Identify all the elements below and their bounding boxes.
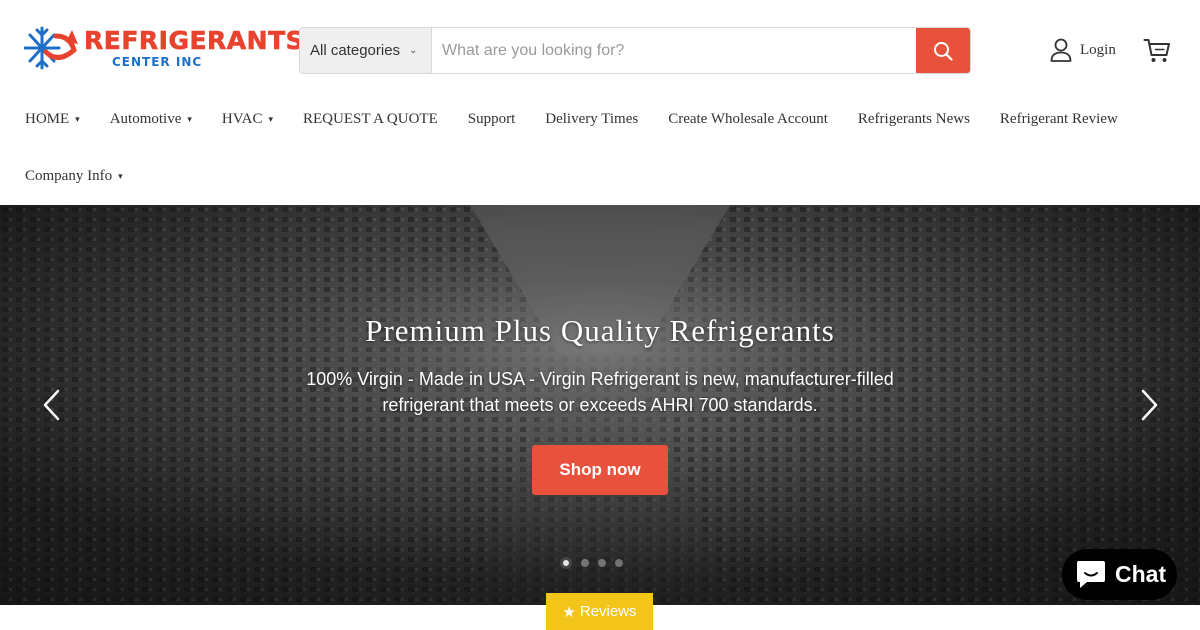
chevron-down-icon: ▾ — [268, 114, 274, 124]
nav-item-label: Create Wholesale Account — [668, 111, 828, 127]
hero-subtitle: 100% Virgin - Made in USA - Virgin Refri… — [306, 369, 894, 415]
slide-dot-4[interactable] — [615, 559, 623, 567]
search-input[interactable] — [432, 28, 916, 73]
shop-now-button[interactable]: Shop now — [532, 445, 668, 495]
chevron-down-icon: ▾ — [118, 171, 123, 181]
slide-dot-2[interactable] — [581, 559, 589, 567]
chevron-right-icon — [1141, 389, 1158, 421]
chevron-down-icon: ⌄ — [409, 45, 418, 56]
nav-item-label: Automotive — [109, 111, 182, 127]
cart-icon — [1143, 39, 1170, 62]
slide-dot-3[interactable] — [598, 559, 606, 567]
nav-item-refrigerant-review[interactable]: Refrigerant Review — [1000, 110, 1118, 128]
nav-item-label: HOME — [25, 111, 70, 127]
chevron-left-icon — [43, 389, 60, 421]
nav-item-delivery-times[interactable]: Delivery Times — [545, 110, 638, 128]
search-icon — [934, 41, 953, 61]
nav-item-refrigerants-news[interactable]: Refrigerants News — [858, 110, 970, 128]
category-select[interactable]: All categories ⌄ — [300, 28, 432, 73]
site-logo[interactable]: REFRIGERANTS CENTER INC — [24, 20, 304, 75]
slide-prev-button[interactable] — [40, 388, 64, 422]
login-link[interactable]: Login — [1050, 38, 1116, 62]
chat-button[interactable]: Chat — [1062, 549, 1177, 600]
snowflake-logo-icon — [24, 26, 78, 69]
logo-tagline: CENTER INC — [112, 54, 203, 69]
nav-item-label: Company Info — [25, 168, 113, 184]
slide-next-button[interactable] — [1137, 388, 1161, 422]
nav-item-label: Support — [467, 111, 516, 127]
chat-bubble-icon — [1077, 560, 1105, 588]
category-select-label: All categories — [310, 42, 401, 59]
nav-item-label: Delivery Times — [545, 111, 639, 127]
user-icon — [1050, 38, 1072, 62]
nav-item-request-a-quote[interactable]: REQUEST A QUOTE — [303, 110, 438, 128]
cart-button[interactable] — [1143, 38, 1171, 69]
reviews-label: Reviews — [579, 603, 637, 620]
search-button[interactable] — [916, 28, 970, 73]
login-label: Login — [1080, 41, 1116, 58]
nav-item-create-wholesale-account[interactable]: Create Wholesale Account — [668, 110, 828, 128]
nav-item-label: Refrigerants News — [857, 111, 970, 127]
nav-item-home[interactable]: HOME ▾ — [25, 110, 80, 128]
nav-item-company-info[interactable]: Company Info ▾ — [25, 167, 123, 185]
nav-item-label: REQUEST A QUOTE — [303, 111, 438, 127]
nav-item-automotive[interactable]: Automotive ▾ — [110, 110, 192, 128]
hero-slideshow: Premium Plus Quality Refrigerants 100% V… — [0, 205, 1200, 605]
hero-title: Premium Plus Quality Refrigerants — [365, 313, 835, 348]
star-icon: ★ — [562, 603, 576, 621]
nav-item-label: Refrigerant Review — [999, 111, 1118, 127]
nav-item-hvac[interactable]: HVAC ▾ — [222, 110, 273, 128]
nav-item-label: HVAC — [221, 111, 263, 127]
logo-wordmark: REFRIGERANTS — [84, 25, 305, 55]
slide-indicators — [560, 557, 632, 569]
nav-item-support[interactable]: Support — [468, 110, 516, 128]
reviews-tab[interactable]: ★ Reviews — [546, 593, 653, 630]
slide-dot-1[interactable] — [560, 557, 572, 569]
chevron-down-icon: ▾ — [75, 114, 80, 124]
chat-label: Chat — [1115, 561, 1167, 587]
search-bar: All categories ⌄ — [299, 27, 971, 74]
chevron-down-icon: ▾ — [187, 114, 192, 124]
